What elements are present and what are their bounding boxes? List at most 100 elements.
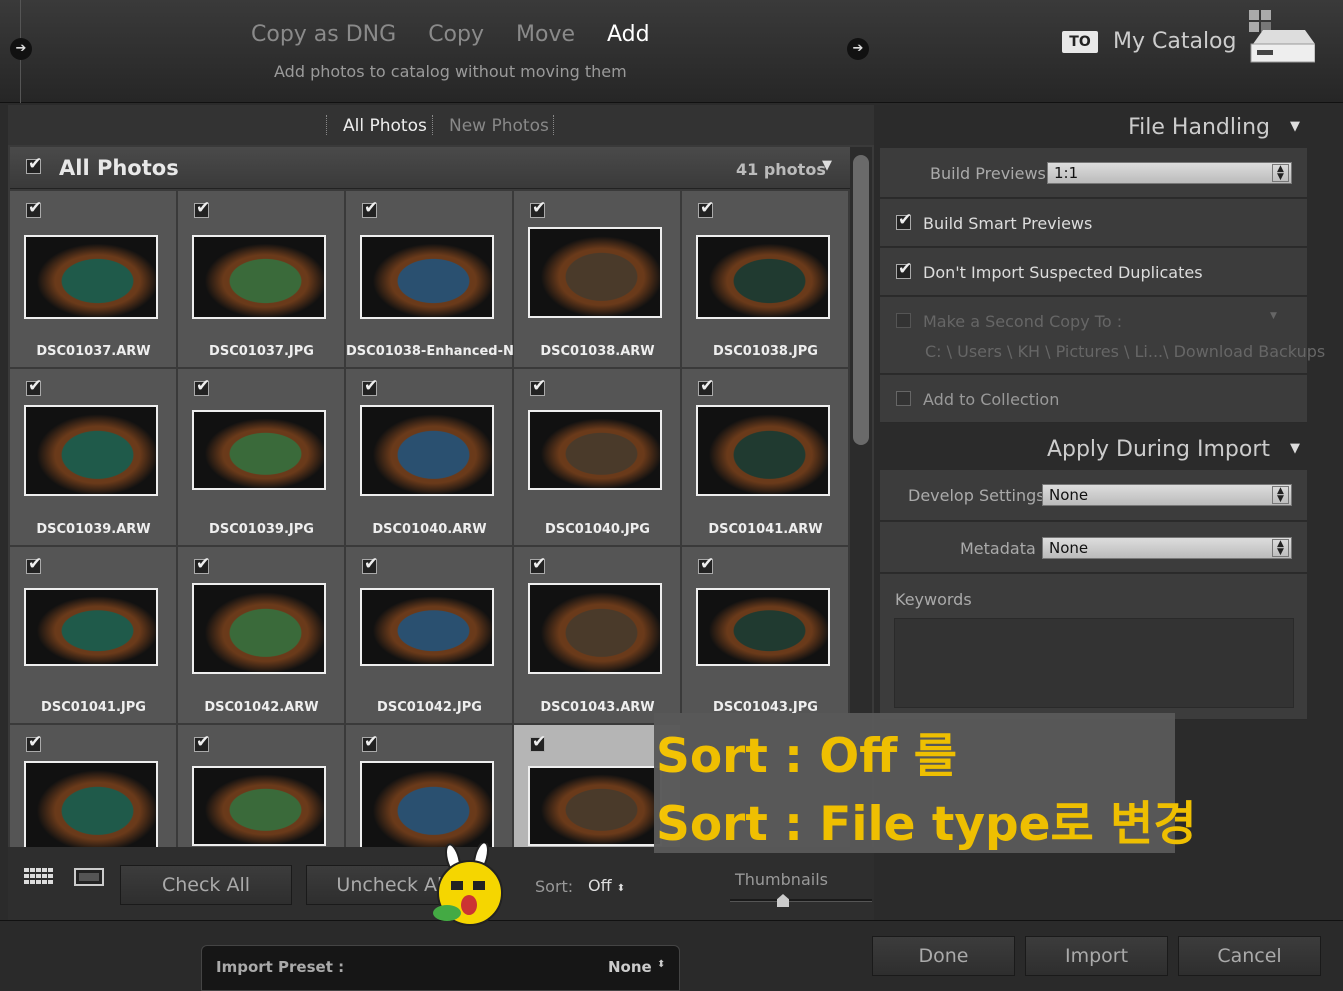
apply-during-import-collapse-icon[interactable]: ▼ — [1290, 441, 1300, 456]
photo-cell[interactable]: DSC01038-Enhanced-N... — [346, 191, 513, 368]
mode-add[interactable]: Add — [607, 22, 650, 47]
destination-catalog[interactable]: My Catalog — [1113, 29, 1236, 54]
mode-copy-as-dng[interactable]: Copy as DNG — [251, 22, 396, 47]
photo-thumbnail[interactable] — [24, 761, 158, 847]
photo-thumbnail[interactable] — [360, 235, 494, 319]
photo-cell[interactable]: DSC01043.JPG — [682, 547, 849, 724]
thumbnail-size-slider[interactable] — [730, 899, 872, 902]
photo-thumbnail[interactable] — [528, 227, 662, 318]
import-button[interactable]: Import — [1025, 936, 1168, 976]
dont-import-duplicates-checkbox[interactable] — [896, 259, 912, 279]
add-to-collection-label[interactable]: Add to Collection — [923, 390, 1059, 409]
photo-thumbnail[interactable] — [528, 766, 662, 846]
destination-arrow-icon[interactable]: ➔ — [847, 38, 869, 60]
source-toggle-arrow-icon[interactable]: ➔ — [10, 38, 32, 60]
photo-cell[interactable]: DSC01042.ARW — [178, 547, 345, 724]
photo-cell[interactable]: DSC01041.JPG — [10, 547, 177, 724]
add-to-collection-row: Add to Collection — [880, 375, 1307, 423]
collapse-triangle-icon[interactable]: ▼ — [822, 158, 832, 173]
photo-checkbox[interactable] — [530, 198, 546, 218]
metadata-label: Metadata — [960, 539, 1036, 558]
dropdown-arrow-icon[interactable]: ▼ — [1270, 311, 1277, 321]
photo-thumbnail[interactable] — [192, 766, 326, 846]
photo-cell[interactable]: DSC01042.JPG — [346, 547, 513, 724]
photo-thumbnail[interactable] — [192, 583, 326, 674]
second-copy-checkbox[interactable] — [896, 313, 911, 328]
photo-cell[interactable]: DSC01039.JPG — [178, 369, 345, 546]
check-all-checkbox[interactable] — [26, 154, 42, 174]
add-to-collection-checkbox[interactable] — [896, 391, 911, 406]
sort-dropdown[interactable]: Off ⬍ — [588, 876, 625, 895]
photo-thumbnail[interactable] — [360, 761, 494, 847]
import-preset-value[interactable]: None — [608, 958, 652, 976]
photo-thumbnail[interactable] — [360, 588, 494, 666]
grid-view-icon[interactable] — [24, 868, 54, 888]
photo-checkbox[interactable] — [362, 376, 378, 396]
photo-checkbox[interactable] — [362, 732, 378, 752]
import-preset-bar[interactable]: Import Preset : None ⬍ — [201, 945, 680, 991]
photo-checkbox[interactable] — [26, 554, 42, 574]
photo-cell[interactable]: DSC01040.JPG — [514, 369, 681, 546]
photo-cell[interactable]: DSC01038.ARW — [514, 191, 681, 368]
dont-import-duplicates-label[interactable]: Don't Import Suspected Duplicates — [923, 263, 1203, 282]
photo-checkbox[interactable] — [26, 376, 42, 396]
photo-checkbox[interactable] — [26, 732, 42, 752]
photo-thumbnail[interactable] — [696, 235, 830, 319]
tab-all-photos[interactable]: All Photos — [343, 116, 427, 136]
photo-checkbox[interactable] — [530, 376, 546, 396]
photo-thumbnail[interactable] — [192, 235, 326, 319]
metadata-select[interactable]: None ▲ ▼ — [1042, 537, 1292, 559]
photo-checkbox[interactable] — [194, 554, 210, 574]
photo-thumbnail[interactable] — [24, 235, 158, 319]
build-smart-previews-checkbox[interactable] — [896, 210, 912, 230]
photo-cell[interactable]: DSC01038.JPG — [682, 191, 849, 368]
photo-cell[interactable]: DSC01037.ARW — [10, 191, 177, 368]
photo-cell[interactable] — [10, 725, 177, 847]
photo-checkbox[interactable] — [698, 198, 714, 218]
photo-thumbnail[interactable] — [24, 588, 158, 666]
cancel-button[interactable]: Cancel — [1178, 936, 1321, 976]
photo-cell[interactable]: DSC01039.ARW — [10, 369, 177, 546]
photo-thumbnail[interactable] — [360, 405, 494, 496]
photo-checkbox[interactable] — [194, 376, 210, 396]
build-smart-previews-label[interactable]: Build Smart Previews — [923, 214, 1092, 233]
photo-cell[interactable]: DSC01037.JPG — [178, 191, 345, 368]
photo-checkbox[interactable] — [362, 554, 378, 574]
photo-cell[interactable]: DSC01040.ARW — [346, 369, 513, 546]
photo-thumbnail[interactable] — [192, 410, 326, 490]
loupe-view-icon[interactable] — [74, 868, 104, 888]
metadata-row: Metadata None ▲ ▼ — [880, 522, 1307, 573]
photo-thumbnail[interactable] — [696, 588, 830, 666]
scrollbar-thumb[interactable] — [853, 155, 869, 445]
keywords-textarea[interactable] — [894, 618, 1294, 708]
photo-thumbnail[interactable] — [528, 410, 662, 490]
photo-checkbox[interactable] — [26, 198, 42, 218]
slider-handle[interactable] — [777, 894, 789, 907]
photo-thumbnail[interactable] — [528, 583, 662, 674]
photo-checkbox[interactable] — [530, 554, 546, 574]
mode-move[interactable]: Move — [516, 22, 575, 47]
photo-filename: DSC01042.JPG — [377, 700, 482, 715]
tab-new-photos[interactable]: New Photos — [449, 116, 549, 136]
photo-thumbnail[interactable] — [696, 405, 830, 496]
photo-cell[interactable] — [346, 725, 513, 847]
keywords-row: Keywords — [880, 574, 1307, 720]
photo-thumbnail[interactable] — [24, 405, 158, 496]
build-previews-select[interactable]: 1:1 ▲ ▼ — [1047, 162, 1292, 184]
photo-checkbox[interactable] — [530, 732, 546, 752]
photo-checkbox[interactable] — [698, 376, 714, 396]
mode-copy[interactable]: Copy — [428, 22, 484, 47]
file-handling-header[interactable]: File Handling — [875, 115, 1270, 140]
photo-cell[interactable] — [178, 725, 345, 847]
photo-checkbox[interactable] — [194, 732, 210, 752]
photo-checkbox[interactable] — [194, 198, 210, 218]
apply-during-import-header[interactable]: Apply During Import — [875, 437, 1270, 462]
photo-checkbox[interactable] — [362, 198, 378, 218]
photo-cell[interactable]: DSC01041.ARW — [682, 369, 849, 546]
file-handling-collapse-icon[interactable]: ▼ — [1290, 119, 1300, 134]
photo-cell[interactable]: DSC01043.ARW — [514, 547, 681, 724]
develop-settings-select[interactable]: None ▲ ▼ — [1042, 484, 1292, 506]
done-button[interactable]: Done — [872, 936, 1015, 976]
photo-checkbox[interactable] — [698, 554, 714, 574]
check-all-button[interactable]: Check All — [120, 865, 292, 905]
